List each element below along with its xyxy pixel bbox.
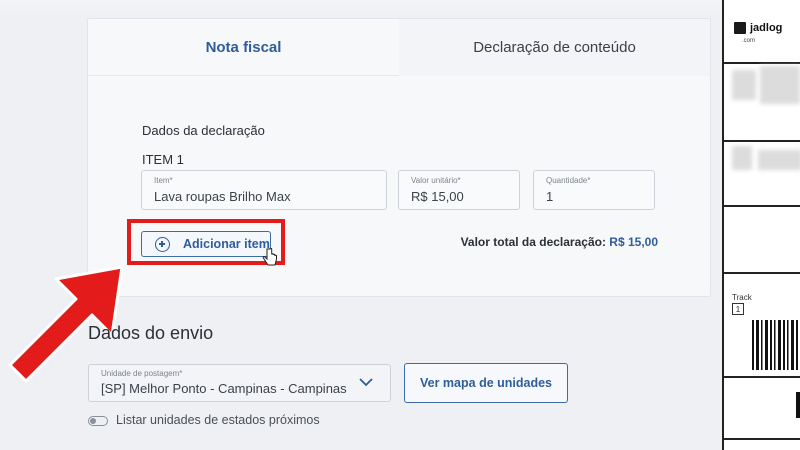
label-divider [724,376,800,378]
track-label: Track [732,293,752,302]
brand-sub: .com [742,38,756,44]
quantity-label: Quantidade* [546,176,591,185]
jadlog-logo: jadlog [734,22,782,34]
label-divider [724,205,800,207]
cube-icon [734,22,746,34]
blurred-text [732,70,756,100]
shipping-label-preview: jadlog .com Track 1 [722,0,800,450]
section-title: Dados da declaração [142,123,265,138]
item-field-label: Item* [154,176,173,185]
unit-value-value: R$ 15,00 [411,189,464,204]
black-bar [796,392,800,418]
barcode-icon [752,320,798,370]
label-divider [724,62,800,64]
quantity-value: 1 [546,189,554,204]
blurred-text [760,66,800,104]
brand-name: jadlog [750,22,783,34]
quantity-field[interactable]: Quantidade* 1 [533,170,655,210]
postage-unit-value: [SP] Melhor Ponto - Campinas - Campinas [101,381,347,396]
declaration-total: Valor total da declaração: R$ 15,00 [461,235,658,249]
unit-value-field[interactable]: Valor unitário* R$ 15,00 [398,170,520,210]
label-divider [724,272,800,274]
total-amount: R$ 15,00 [609,235,658,249]
unit-value-label: Valor unitário* [411,176,461,185]
postage-unit-select[interactable]: Unidade de postagem* [SP] Melhor Ponto -… [88,364,391,402]
nearby-states-toggle[interactable] [88,416,108,426]
item-field[interactable]: Item* Lava roupas Brilho Max [141,170,387,210]
tab-declaracao-conteudo[interactable]: Declaração de conteúdo [399,19,710,76]
label-divider [724,140,800,142]
hand-cursor-icon [262,248,277,266]
item-field-value: Lava roupas Brilho Max [154,189,291,204]
total-label: Valor total da declaração: [460,235,606,249]
tab-nota-fiscal[interactable]: Nota fiscal [88,19,399,76]
label-divider [724,438,800,440]
postage-unit-label: Unidade de postagem* [101,369,183,378]
blurred-text [758,150,800,170]
track-number: 1 [732,303,744,315]
shipping-data-title: Dados do envio [88,323,214,343]
top-band [0,0,722,18]
item-title: ITEM 1 [142,152,184,167]
tab-divider [88,75,399,76]
nearby-states-label: Listar unidades de estados próximos [116,413,320,427]
chevron-down-icon [359,378,373,387]
blurred-text [732,146,752,170]
view-units-map-button[interactable]: Ver mapa de unidades [404,363,568,403]
